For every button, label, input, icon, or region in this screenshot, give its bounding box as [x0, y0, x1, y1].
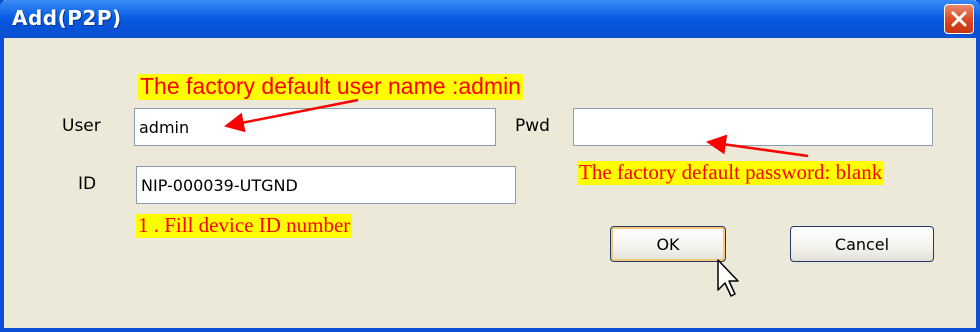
password-arrow-icon	[706, 134, 809, 158]
user-arrow-icon	[224, 98, 359, 133]
cursor-icon	[717, 259, 739, 297]
annotation-arrows	[224, 98, 809, 297]
